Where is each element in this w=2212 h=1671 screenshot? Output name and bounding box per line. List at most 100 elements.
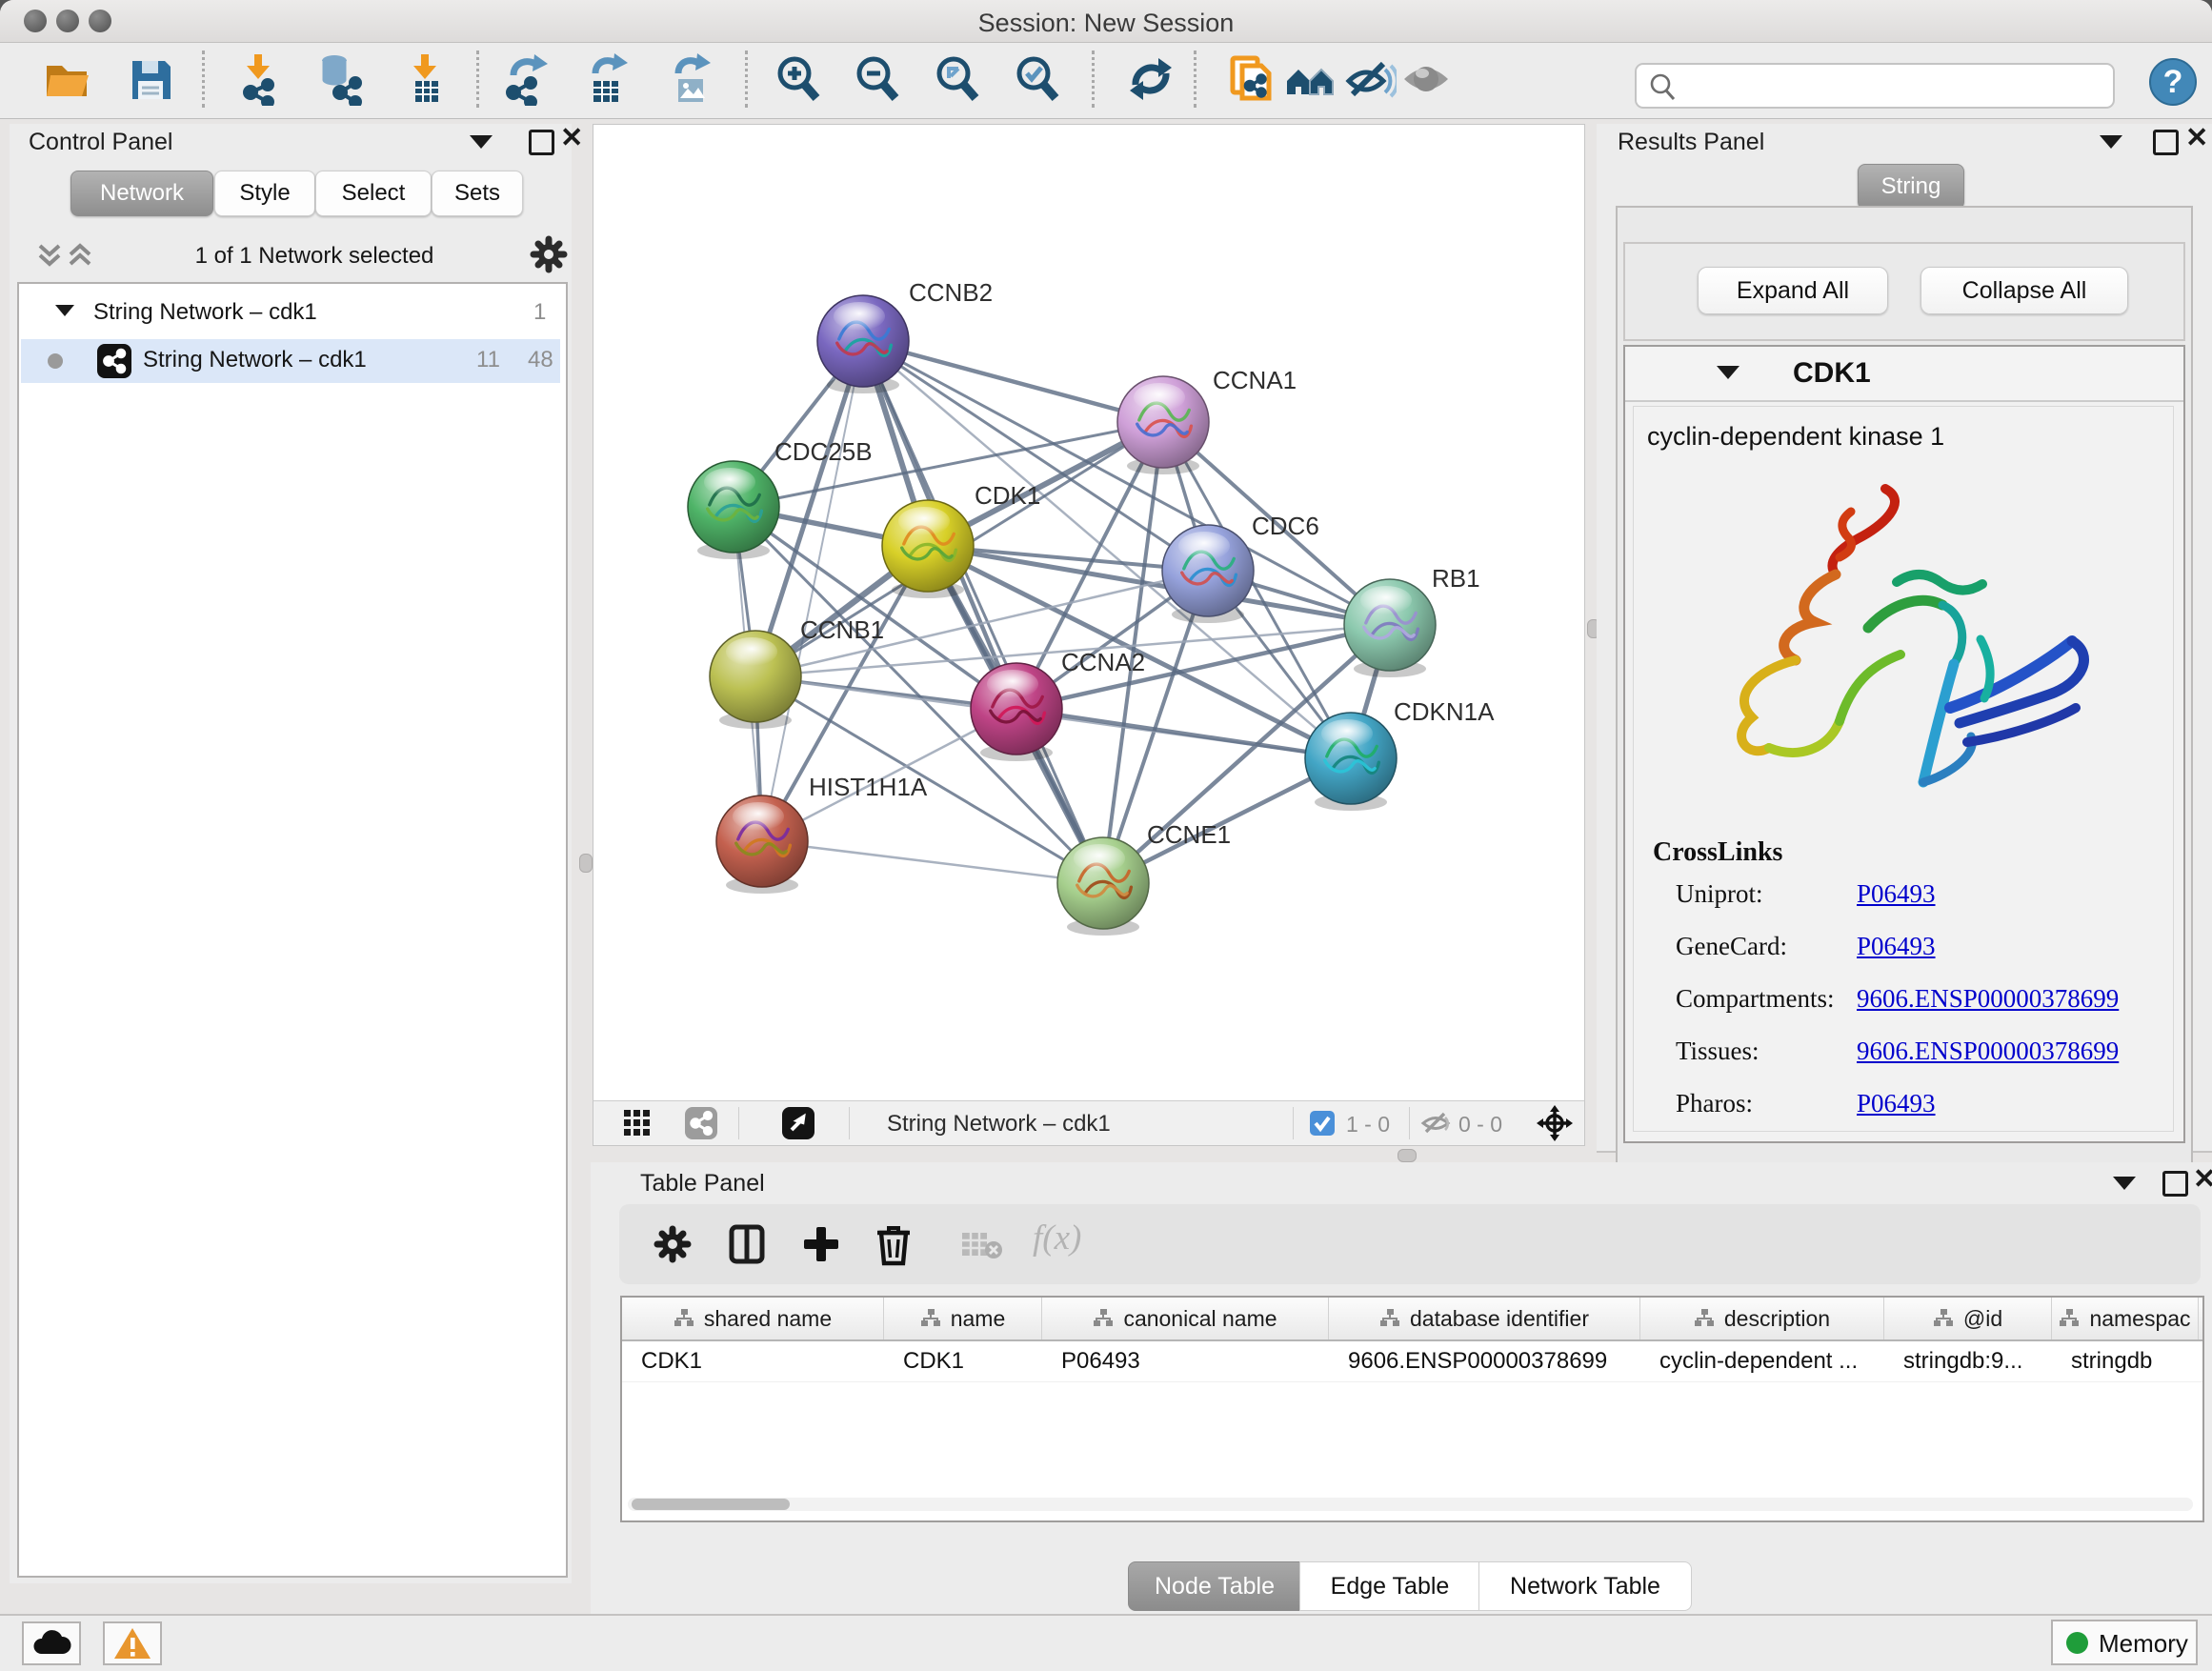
warning-status-button[interactable]	[103, 1621, 162, 1665]
function-builder-icon[interactable]: f(x)	[1033, 1218, 1081, 1258]
panel-menu-caret-icon[interactable]	[2100, 135, 2122, 149]
close-panel-icon[interactable]: ✕	[2193, 1168, 2212, 1191]
save-session-icon[interactable]	[124, 52, 177, 106]
collapse-all-button[interactable]: Collapse All	[1920, 267, 2128, 314]
crosslink-link[interactable]: P06493	[1857, 932, 1936, 961]
export-network-icon[interactable]	[498, 52, 552, 106]
search-box[interactable]	[1635, 63, 2115, 109]
float-panel-icon[interactable]	[2153, 130, 2179, 155]
string-network-icon	[97, 344, 131, 378]
expand-all-button[interactable]: Expand All	[1698, 267, 1888, 314]
delete-column-icon[interactable]	[873, 1221, 915, 1267]
tab-node-table[interactable]: Node Table	[1128, 1561, 1301, 1611]
node-table[interactable]: shared namenamecanonical namedatabase id…	[620, 1296, 2204, 1522]
refresh-layout-icon[interactable]	[1124, 52, 1177, 106]
collection-expand-caret-icon[interactable]	[55, 305, 74, 316]
crosslink-link[interactable]: P06493	[1857, 879, 1936, 909]
toolbar-separator	[745, 50, 748, 108]
cloud-status-button[interactable]	[22, 1621, 81, 1665]
zoom-out-icon[interactable]	[851, 52, 904, 106]
show-eye-icon[interactable]	[1399, 52, 1453, 106]
network-options-gear-icon[interactable]	[530, 235, 568, 273]
float-panel-icon[interactable]	[529, 130, 554, 155]
birdseye-view-icon[interactable]	[782, 1107, 814, 1139]
search-input[interactable]	[1686, 67, 2100, 103]
horizontal-splitter-handle[interactable]	[1398, 1149, 1417, 1162]
tab-network-table[interactable]: Network Table	[1478, 1561, 1692, 1611]
table-settings-gear-icon[interactable]	[654, 1225, 692, 1263]
crosslink-label: Tissues:	[1676, 1037, 1760, 1065]
table-horizontal-scrollbar[interactable]	[628, 1498, 2193, 1511]
tab-select[interactable]: Select	[315, 171, 432, 216]
network-collection-row[interactable]: String Network – cdk1 1	[19, 292, 562, 335]
string-home-icon[interactable]	[1284, 52, 1337, 106]
column-header-name[interactable]: name	[884, 1298, 1042, 1339]
column-header-database-identifier[interactable]: database identifier	[1329, 1298, 1640, 1339]
network-row-selected[interactable]: String Network – cdk1 11 48	[21, 339, 560, 383]
tab-edge-table[interactable]: Edge Table	[1299, 1561, 1480, 1611]
network-node-CDKN1A[interactable]: CDKN1A	[1305, 697, 1495, 811]
search-icon	[1648, 72, 1679, 103]
network-node-CCNA1[interactable]: CCNA1	[1117, 366, 1297, 474]
tab-network[interactable]: Network	[70, 171, 213, 216]
section-title: CDK1	[1793, 357, 1871, 390]
zoom-selected-icon[interactable]	[1011, 52, 1064, 106]
float-panel-icon[interactable]	[2162, 1171, 2188, 1197]
column-header-@id[interactable]: @id	[1884, 1298, 2052, 1339]
tab-style[interactable]: Style	[214, 171, 315, 216]
hidden-elements-icon[interactable]	[1420, 1109, 1451, 1137]
export-table-icon[interactable]	[580, 52, 633, 106]
tab-sets[interactable]: Sets	[432, 171, 523, 216]
node-label-CCNB1: CCNB1	[800, 615, 884, 644]
network-canvas[interactable]: CCNB2CCNA1CDC25BCDK1CDC6RB1CCNB1CCNA2CDK…	[593, 124, 1585, 1101]
collapse-all-networks-icon[interactable]	[36, 240, 93, 272]
show-columns-icon[interactable]	[726, 1223, 768, 1265]
crosslink-link[interactable]: 9606.ENSP00000378699	[1857, 984, 2119, 1014]
import-table-icon[interactable]	[398, 52, 452, 106]
column-header-canonical-name[interactable]: canonical name	[1042, 1298, 1329, 1339]
tab-string[interactable]: String	[1858, 164, 1964, 210]
selected-nodes-checkbox[interactable]	[1310, 1111, 1335, 1136]
import-network-database-icon[interactable]	[312, 52, 365, 106]
zoom-fit-icon[interactable]	[931, 52, 984, 106]
memory-button[interactable]: Memory	[2051, 1620, 2198, 1665]
network-share-icon[interactable]	[685, 1107, 717, 1139]
network-tree: String Network – cdk1 1 String Network –…	[17, 282, 568, 1578]
clone-network-icon[interactable]	[1225, 52, 1278, 106]
node-label-CCNB2: CCNB2	[909, 278, 993, 307]
toolbar-separator	[1409, 1107, 1410, 1139]
table-row[interactable]: CDK1CDK1P064939606.ENSP00000378699cyclin…	[622, 1341, 2202, 1382]
network-status-dot-icon	[48, 353, 63, 369]
column-header-shared-name[interactable]: shared name	[622, 1298, 884, 1339]
close-panel-icon[interactable]: ✕	[560, 127, 583, 150]
left-splitter-handle[interactable]	[579, 854, 593, 873]
export-image-icon[interactable]	[663, 52, 716, 106]
network-node-RB1[interactable]: RB1	[1344, 564, 1480, 677]
add-column-icon[interactable]	[800, 1223, 842, 1265]
panel-menu-caret-icon[interactable]	[2113, 1177, 2136, 1190]
grid-view-icon[interactable]	[624, 1110, 651, 1137]
section-collapse-caret-icon[interactable]	[1717, 366, 1739, 379]
network-node-HIST1H1A[interactable]: HIST1H1A	[716, 773, 928, 894]
help-icon[interactable]: ?	[2149, 58, 2197, 106]
network-node-CDC6[interactable]: CDC6	[1162, 512, 1319, 623]
table-panel-title: Table Panel	[640, 1170, 765, 1198]
zoom-in-icon[interactable]	[772, 52, 825, 106]
scrollbar-thumb[interactable]	[632, 1499, 790, 1510]
pan-crosshair-icon[interactable]	[1537, 1105, 1573, 1141]
close-panel-icon[interactable]: ✕	[2185, 127, 2208, 150]
crosslink-link[interactable]: P06493	[1857, 1089, 1936, 1118]
hide-panels-icon[interactable]	[1343, 52, 1397, 106]
crosslink-row: Compartments:9606.ENSP00000378699	[1676, 984, 2162, 1037]
import-network-file-icon[interactable]	[231, 52, 285, 106]
toolbar-separator	[1092, 50, 1095, 108]
status-bar: Memory	[0, 1614, 2212, 1671]
column-header-namespac[interactable]: namespac	[2052, 1298, 2199, 1339]
panel-menu-caret-icon[interactable]	[470, 135, 493, 149]
column-header-description[interactable]: description	[1640, 1298, 1884, 1339]
node-label-HIST1H1A: HIST1H1A	[809, 773, 928, 801]
cdk1-section-header[interactable]: CDK1	[1625, 347, 2183, 402]
delete-table-icon[interactable]	[960, 1229, 1004, 1261]
open-session-icon[interactable]	[40, 52, 93, 106]
crosslink-link[interactable]: 9606.ENSP00000378699	[1857, 1037, 2119, 1066]
